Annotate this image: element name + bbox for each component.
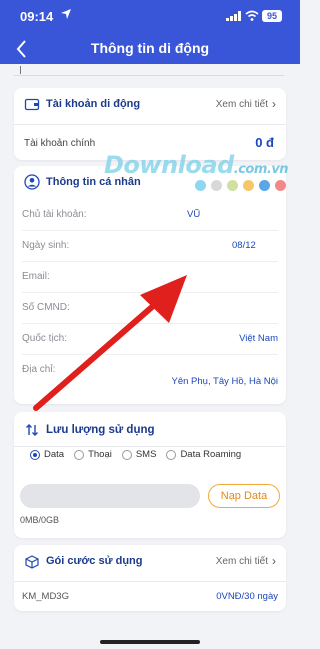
usage-card-header: Lưu lượng sử dụng bbox=[24, 414, 276, 446]
plan-card-title: Gói cước sử dụng bbox=[46, 555, 143, 567]
status-bar: 09:14 95 bbox=[0, 0, 300, 34]
top-strip bbox=[14, 66, 284, 76]
dot-5 bbox=[259, 180, 270, 191]
dot-3 bbox=[227, 180, 238, 191]
dot-4 bbox=[243, 180, 254, 191]
data-usage-text: 0MB/0GB bbox=[20, 515, 60, 525]
row-address: Địa chỉ: Yên Phụ, Tây Hồ, Hà Nội bbox=[22, 364, 278, 387]
account-card: Tài khoản di động Xem chi tiết › Tài khoả… bbox=[14, 88, 286, 160]
plan-price: 0VNĐ/30 ngày bbox=[216, 591, 278, 602]
row-nationality: Quốc tịch: Việt Nam bbox=[22, 324, 278, 355]
package-icon bbox=[25, 555, 39, 569]
account-card-header[interactable]: Tài khoản di động Xem chi tiết › bbox=[24, 88, 276, 120]
radio-data[interactable]: Data bbox=[30, 449, 64, 460]
row-account-owner: Chủ tài khoản: VŨ bbox=[22, 200, 278, 231]
user-circle-icon bbox=[24, 174, 40, 190]
wallet-icon bbox=[24, 98, 40, 111]
wifi-icon bbox=[245, 10, 259, 21]
plan-detail-link[interactable]: Xem chi tiết › bbox=[216, 554, 276, 568]
data-usage-bar bbox=[20, 484, 200, 508]
home-indicator bbox=[100, 640, 200, 644]
location-arrow-icon bbox=[61, 9, 71, 19]
cellular-signal-icon bbox=[226, 11, 241, 21]
main-account-label: Tài khoản chính bbox=[24, 138, 96, 149]
main-account-value: 0 đ bbox=[255, 135, 274, 150]
row-birthday: Ngày sinh: 08/12 bbox=[22, 231, 278, 262]
top-up-data-button[interactable]: Nạp Data bbox=[208, 484, 280, 508]
plan-card: Gói cước sử dụng Xem chi tiết › KM_MD3G 0… bbox=[14, 545, 286, 611]
page-title: Thông tin di động bbox=[90, 40, 210, 56]
battery-icon: 95 bbox=[262, 10, 282, 22]
plan-name: KM_MD3G bbox=[22, 591, 69, 602]
radio-sms[interactable]: SMS bbox=[121, 449, 156, 460]
nav-bar: Thông tin di động bbox=[0, 34, 300, 64]
usage-card-title: Lưu lượng sử dụng bbox=[46, 424, 155, 436]
watermark-logo: Download.com.vn bbox=[104, 151, 289, 179]
status-time: 09:14 bbox=[20, 9, 54, 24]
transfer-arrows-icon bbox=[26, 424, 38, 436]
dot-1 bbox=[195, 180, 206, 191]
dot-2 bbox=[211, 180, 222, 191]
row-email: Email: bbox=[22, 262, 278, 293]
chevron-right-icon: › bbox=[272, 97, 276, 111]
personal-info-card: Thông tin cá nhân Chủ tài khoản: VŨ Ngày… bbox=[14, 166, 286, 404]
dot-6 bbox=[275, 180, 286, 191]
account-card-title: Tài khoản di động bbox=[46, 98, 141, 110]
chevron-right-icon: › bbox=[272, 554, 276, 568]
watermark-dots bbox=[195, 180, 291, 191]
account-detail-link[interactable]: Xem chi tiết › bbox=[216, 97, 276, 111]
radio-voice[interactable]: Thoại bbox=[74, 449, 112, 460]
radio-data-roaming[interactable]: Data Roaming bbox=[166, 449, 241, 460]
plan-card-header[interactable]: Gói cước sử dụng Xem chi tiết › bbox=[24, 545, 276, 577]
usage-type-radio-group: Data Thoại SMS Data Roaming bbox=[30, 449, 251, 460]
row-id-number: Số CMND: bbox=[22, 293, 278, 324]
